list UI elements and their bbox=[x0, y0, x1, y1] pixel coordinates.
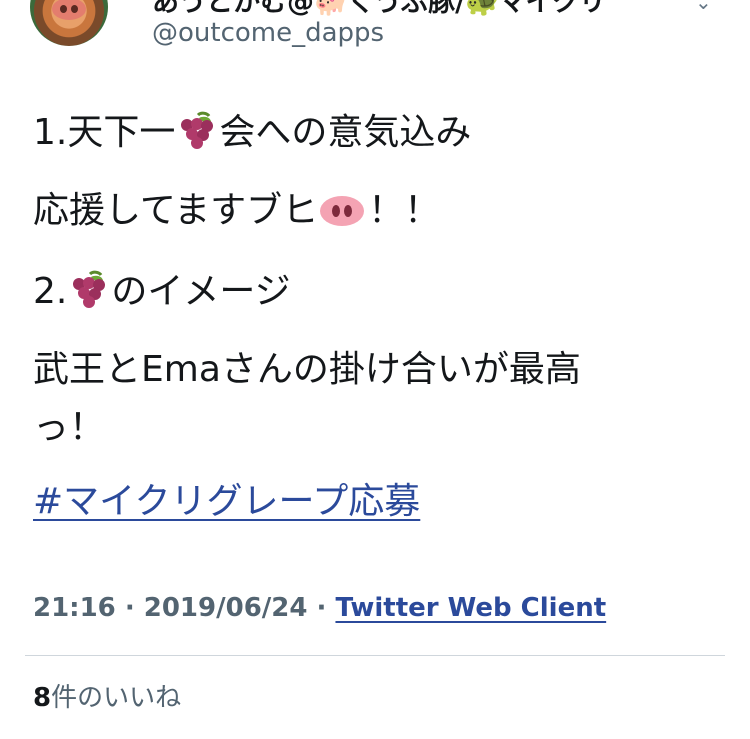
likes-number: 8 bbox=[33, 683, 52, 713]
pig-nose-emoji bbox=[320, 196, 365, 226]
tweet-line-1-prefix: 1.天下一 bbox=[33, 112, 176, 153]
hashtag-link[interactable]: #マイクリグレープ応募 bbox=[33, 483, 420, 521]
avatar[interactable] bbox=[30, 0, 108, 46]
tweet-meta: 21:16 · 2019/06/24 · Twitter Web Client bbox=[33, 592, 606, 624]
tweet-line-3-prefix: 2. bbox=[33, 271, 68, 312]
tweet-line-2-suffix: ！！ bbox=[368, 190, 441, 231]
tweet-date: 2019/06/24 bbox=[143, 593, 308, 623]
tweet-line-3-suffix: のイメージ bbox=[111, 271, 291, 312]
likes-label: 件のいいね bbox=[51, 683, 182, 713]
tweet-line-2: 応援してますブヒ ！！ bbox=[33, 192, 713, 230]
tweet-line-1-suffix: 会への意気込み bbox=[219, 112, 472, 153]
grape-emoji bbox=[73, 270, 106, 308]
avatar-pig-snout bbox=[52, 0, 86, 20]
tweet-line-3: 2. のイメージ bbox=[33, 270, 713, 311]
author-handle[interactable]: @outcome_dapps bbox=[152, 17, 384, 49]
tweet-line-1: 1.天下一 会への意気込み bbox=[33, 111, 713, 152]
meta-separator-2: · bbox=[307, 593, 336, 623]
tweet-time: 21:16 bbox=[33, 593, 116, 623]
likes-count[interactable]: 8件のいいね bbox=[33, 682, 181, 714]
meta-separator-1: · bbox=[115, 593, 144, 623]
tweet-header: あうとかむ@🐖くうぶ豚/🐢マイクリ @outcome_dapps ⌄ bbox=[0, 0, 750, 90]
tweet-line-4: 武王とEmaさんの掛け合いが最高 bbox=[33, 349, 581, 390]
client-link[interactable]: Twitter Web Client bbox=[335, 593, 606, 623]
chevron-down-icon[interactable]: ⌄ bbox=[695, 0, 712, 12]
tweet-line-5: っ！ bbox=[33, 407, 106, 448]
grape-emoji bbox=[181, 111, 214, 149]
tweet-text: 1.天下一 会への意気込み 応援してますブヒ ！！ 2. のイメージ 武王とEma… bbox=[33, 111, 713, 521]
divider bbox=[25, 655, 725, 656]
tweet-line-2-text: 応援してますブヒ bbox=[33, 190, 319, 231]
